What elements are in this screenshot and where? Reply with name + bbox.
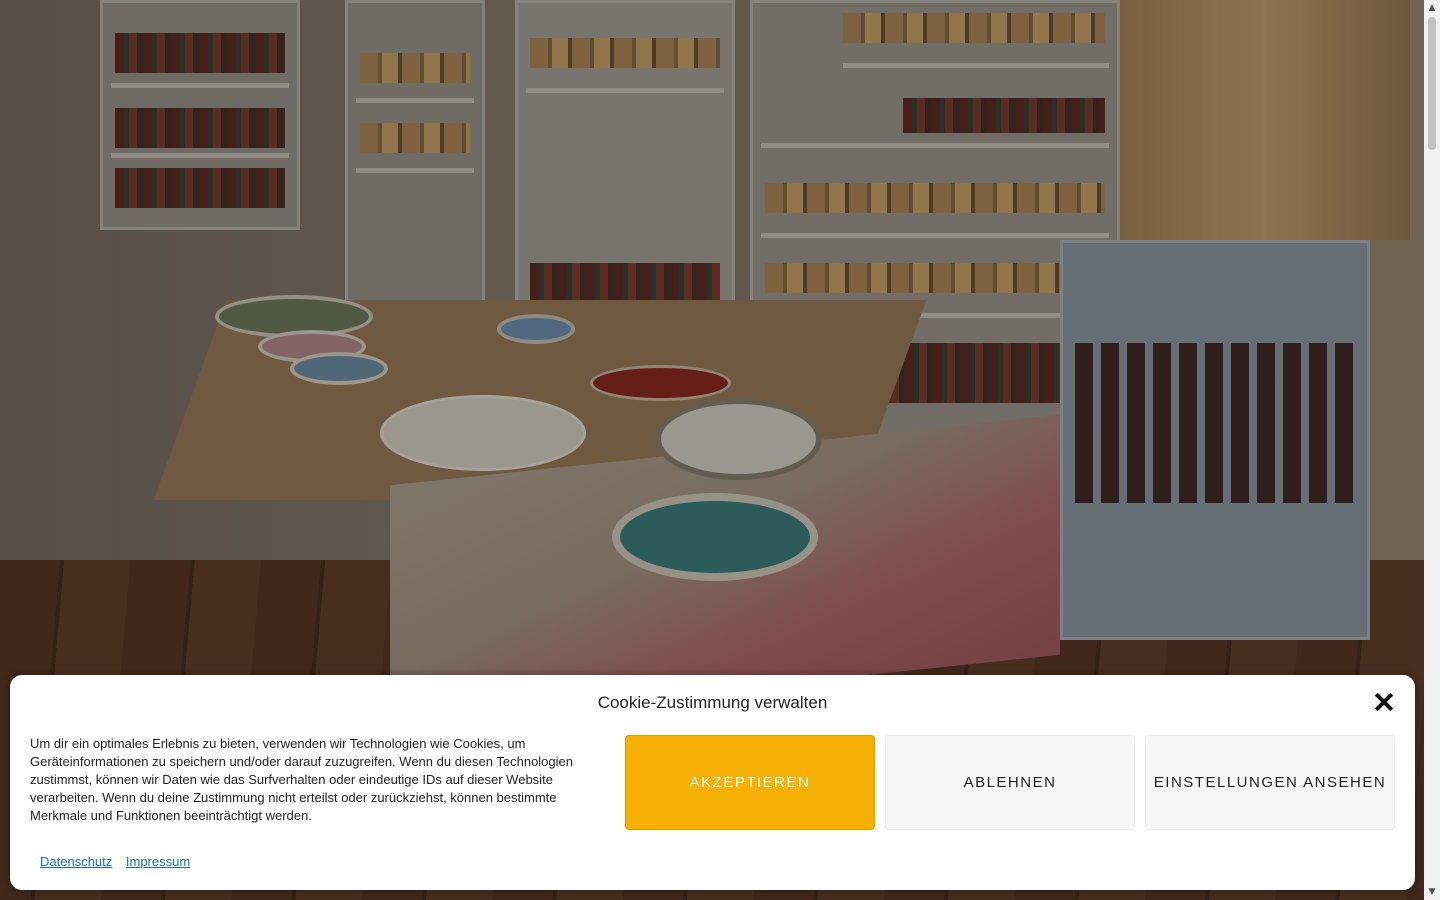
- scroll-up-arrow-icon[interactable]: ▲: [1424, 0, 1440, 16]
- scroll-down-arrow-icon[interactable]: ▼: [1424, 884, 1440, 900]
- cookie-consent-banner: Cookie-Zustimmung verwalten Um dir ein o…: [10, 675, 1415, 890]
- deny-button[interactable]: ABLEHNEN: [885, 735, 1135, 830]
- imprint-link[interactable]: Impressum: [126, 854, 190, 869]
- privacy-link[interactable]: Datenschutz: [40, 854, 112, 869]
- view-preferences-button[interactable]: EINSTELLUNGEN ANSEHEN: [1145, 735, 1395, 830]
- accept-button[interactable]: AKZEPTIEREN: [625, 735, 875, 830]
- cookie-banner-text: Um dir ein optimales Erlebnis zu bieten,…: [30, 736, 573, 823]
- cookie-banner-title: Cookie-Zustimmung verwalten: [597, 693, 828, 712]
- close-icon[interactable]: [1373, 691, 1395, 713]
- scroll-thumb[interactable]: [1428, 17, 1436, 150]
- page-scrollbar[interactable]: ▲ ▼: [1424, 0, 1440, 900]
- cookie-banner-links: Datenschutz Impressum: [40, 854, 200, 869]
